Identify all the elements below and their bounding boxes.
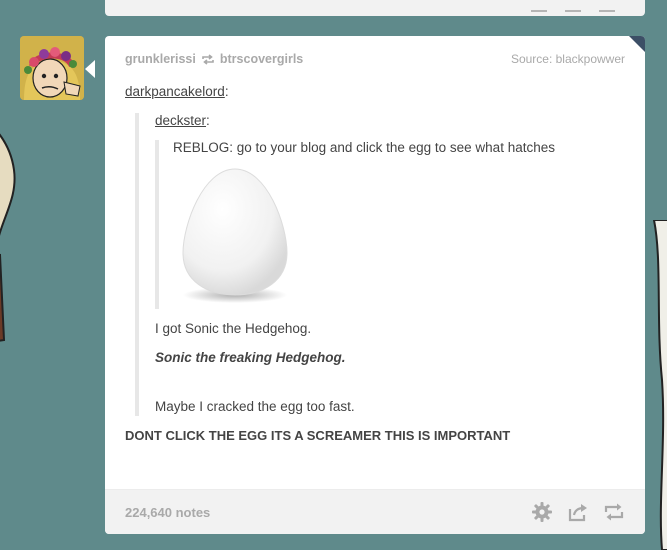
reblog-icon [202,53,214,65]
level3-text: REBLOG: go to your blog and click the eg… [173,140,555,155]
post-footer: 224,640 notes [105,489,645,534]
notes-count[interactable]: 224,640 notes [125,505,210,520]
post-header: grunklerissi btrscovergirls Source: blac… [125,52,625,68]
blockquote-level2: REBLOG: go to your blog and click the eg… [155,140,625,309]
level2-user-link[interactable]: deckster [155,113,206,128]
reblogger-link[interactable]: grunklerissi [125,52,196,66]
gear-icon[interactable] [531,4,547,12]
background-illustration-right [652,220,667,550]
blockquote-level1: deckster: REBLOG: go to your blog and cl… [135,113,625,416]
level2-line1: I got Sonic the Hedgehog. [155,321,312,336]
level2-line3: Maybe I cracked the egg too fast. [155,399,355,414]
previous-post-footer [105,0,645,16]
share-icon[interactable] [565,4,581,12]
level2-attribution: deckster: [155,113,625,128]
post-card: grunklerissi btrscovergirls Source: blac… [105,36,645,534]
level1-attribution: darkpancakelord: [125,84,625,99]
egg-image[interactable] [173,165,303,305]
post-actions [531,501,625,523]
level2-colon: : [206,113,210,128]
source-link[interactable]: Source: blackpowwer [511,52,625,66]
reblog-icon[interactable] [603,501,625,523]
share-icon[interactable] [567,501,589,523]
reblogged-from-link[interactable]: btrscovergirls [220,52,303,66]
level2-line2: Sonic the freaking Hedgehog. [155,350,346,365]
reblog-icon[interactable] [599,4,615,12]
post-body: darkpancakelord: deckster: REBLOG: go to… [125,84,625,443]
level1-text: DONT CLICK THE EGG ITS A SCREAMER THIS I… [125,428,511,443]
post-corner-fold[interactable] [629,36,645,52]
blog-avatar[interactable] [20,36,84,100]
avatar-pointer [85,60,95,78]
avatar-image [20,36,84,100]
level1-user-link[interactable]: darkpancakelord [125,84,225,99]
level1-colon: : [224,84,229,99]
egg-graphic [182,168,288,303]
previous-post-icons [531,4,615,12]
background-illustration-left [0,133,16,342]
gear-icon[interactable] [531,501,553,523]
